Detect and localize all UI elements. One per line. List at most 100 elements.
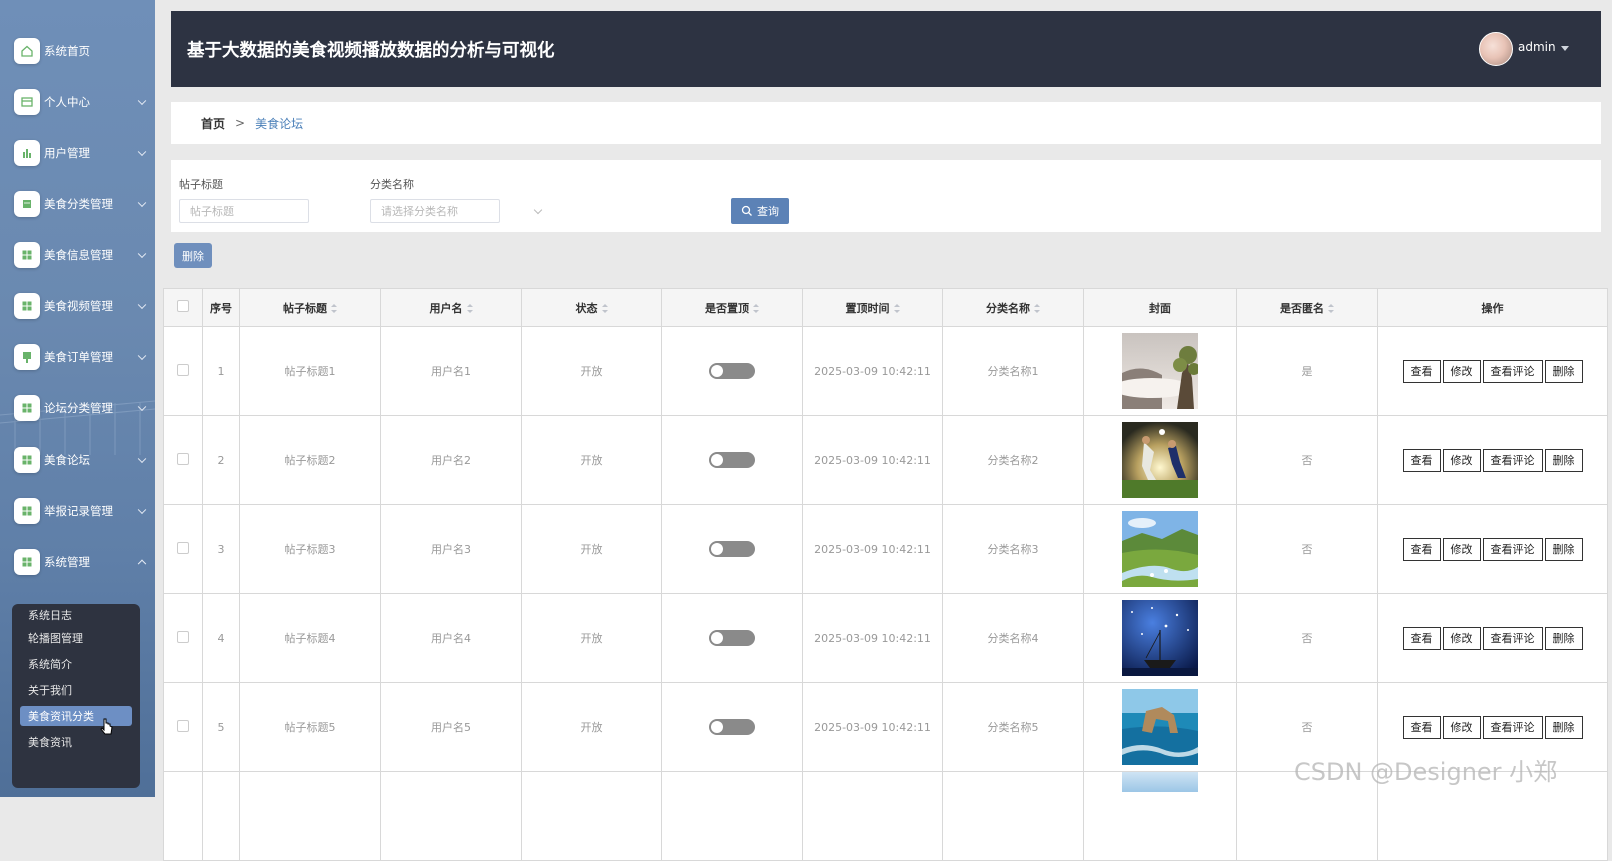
edit-button[interactable]: 修改 <box>1442 448 1481 472</box>
column-header[interactable]: 是否匿名 <box>1236 288 1378 327</box>
cover-cell <box>1083 593 1237 683</box>
sidebar-item-food-video[interactable]: 美食视频管理 <box>0 286 155 326</box>
sidebar-item-user-management[interactable]: 用户管理 <box>0 133 155 173</box>
view-button[interactable]: 查看 <box>1402 626 1441 650</box>
batch-delete-button[interactable]: 删除 <box>174 243 212 268</box>
column-header-label: 序号 <box>210 301 232 315</box>
pinned-cell <box>661 326 803 416</box>
view-button[interactable]: 查看 <box>1402 359 1441 383</box>
sort-icon[interactable] <box>466 304 473 313</box>
row-checkbox[interactable] <box>177 719 189 732</box>
user-name[interactable]: admin <box>1518 40 1556 54</box>
title-filter-label: 帖子标题 <box>179 178 223 191</box>
pinned-toggle[interactable] <box>709 452 755 468</box>
pinned-toggle[interactable] <box>709 630 755 646</box>
sort-icon[interactable] <box>1328 304 1334 313</box>
caret-down-icon[interactable] <box>1561 46 1569 51</box>
column-header-label: 置顶时间 <box>845 301 890 315</box>
submenu-item-food-news-category[interactable]: 美食资讯分类 <box>20 706 132 726</box>
sort-icon[interactable] <box>601 304 608 313</box>
submenu-item-food-news[interactable]: 美食资讯 <box>20 732 132 752</box>
sea-rock-arch-image[interactable] <box>1122 689 1198 765</box>
view-button[interactable]: 查看 <box>1402 537 1441 561</box>
query-button[interactable]: 查询 <box>731 198 789 224</box>
sidebar-item-home[interactable]: 系统首页 <box>0 31 155 71</box>
submenu-item-about-us[interactable]: 关于我们 <box>20 680 132 700</box>
sort-icon[interactable] <box>1034 304 1040 313</box>
row-select-cell[interactable] <box>163 682 203 772</box>
column-header-label: 是否置顶 <box>705 301 749 315</box>
column-header-label: 是否匿名 <box>1280 301 1324 315</box>
sidebar-item-forum-category[interactable]: 论坛分类管理 <box>0 388 155 428</box>
edit-button[interactable]: 修改 <box>1442 715 1481 739</box>
sidebar-item-food-info[interactable]: 美食信息管理 <box>0 235 155 275</box>
soccer-players-image[interactable] <box>1122 422 1198 498</box>
column-header[interactable]: 状态 <box>521 288 662 327</box>
sort-icon[interactable] <box>753 304 759 313</box>
table-row: 2 帖子标题2 用户名2 开放 2025-03-09 10:42:11 分类名称2 否查看修… <box>163 415 1608 505</box>
title-search-input[interactable]: 帖子标题 <box>179 199 309 223</box>
delete-button[interactable]: 删除 <box>1544 626 1583 650</box>
delete-button[interactable]: 删除 <box>1544 359 1583 383</box>
sidebar-item-food-forum[interactable]: 美食论坛 <box>0 440 155 480</box>
pinned-toggle[interactable] <box>709 363 755 379</box>
select-all-checkbox[interactable] <box>177 300 189 312</box>
delete-button[interactable]: 删除 <box>1544 448 1583 472</box>
view-button[interactable]: 查看 <box>1402 715 1441 739</box>
row-checkbox[interactable] <box>177 541 189 554</box>
view-comments-button[interactable]: 查看评论 <box>1482 448 1543 472</box>
column-header[interactable]: 分类名称 <box>942 288 1084 327</box>
grid-icon <box>14 293 40 319</box>
row-checkbox[interactable] <box>177 363 189 376</box>
row-select-cell[interactable] <box>163 415 203 505</box>
sidebar-item-personal-center[interactable]: 个人中心 <box>0 82 155 122</box>
view-comments-button[interactable]: 查看评论 <box>1482 359 1543 383</box>
submenu-item-carousel[interactable]: 轮播图管理 <box>20 628 132 648</box>
column-header[interactable]: 是否置顶 <box>661 288 803 327</box>
pinned-toggle[interactable] <box>709 541 755 557</box>
submenu-item-system-intro[interactable]: 系统简介 <box>20 654 132 674</box>
edit-button[interactable]: 修改 <box>1442 626 1481 650</box>
row-select-cell[interactable] <box>163 326 203 416</box>
column-header[interactable]: 帖子标题 <box>239 288 381 327</box>
sidebar-item-food-order[interactable]: 美食订单管理 <box>0 337 155 377</box>
table-row: 3 帖子标题3 用户名3 开放 2025-03-09 10:42:11 分类名称3 否查看修… <box>163 504 1608 594</box>
chevron-down-icon <box>137 402 147 412</box>
view-comments-button[interactable]: 查看评论 <box>1482 537 1543 561</box>
pinned-toggle[interactable] <box>709 719 755 735</box>
column-header[interactable]: 用户名 <box>380 288 522 327</box>
row-checkbox[interactable] <box>177 452 189 465</box>
system-submenu: 系统日志 轮播图管理 系统简介 关于我们 美食资讯分类 美食资讯 <box>12 604 140 788</box>
select-all-cell[interactable] <box>163 288 203 327</box>
row-index: 4 <box>202 593 240 683</box>
column-header[interactable]: 置顶时间 <box>802 288 943 327</box>
view-button[interactable]: 查看 <box>1402 448 1441 472</box>
row-select-cell[interactable] <box>163 593 203 683</box>
avatar[interactable] <box>1479 32 1513 66</box>
cover-image[interactable] <box>1122 772 1198 792</box>
misty-mountain-tree-image[interactable] <box>1122 333 1198 409</box>
edit-button[interactable]: 修改 <box>1442 537 1481 561</box>
view-comments-button[interactable]: 查看评论 <box>1482 626 1543 650</box>
username-cell: 用户名2 <box>380 415 522 505</box>
sort-icon[interactable] <box>893 304 900 313</box>
pinned-cell <box>661 415 803 505</box>
sidebar-item-report-records[interactable]: 举报记录管理 <box>0 491 155 531</box>
sort-icon[interactable] <box>331 304 337 313</box>
row-checkbox[interactable] <box>177 630 189 643</box>
chevron-down-icon <box>137 147 147 157</box>
column-header: 操作 <box>1377 288 1608 327</box>
submenu-item-system-log[interactable]: 系统日志 <box>20 603 132 627</box>
row-select-cell[interactable] <box>163 504 203 594</box>
sidebar-item-system-management[interactable]: 系统管理 <box>0 542 155 582</box>
green-valley-stream-image[interactable] <box>1122 511 1198 587</box>
breadcrumb-home[interactable]: 首页 <box>201 115 225 132</box>
operations-cell: 查看 修改 查看评论 删除 <box>1377 326 1608 416</box>
delete-button[interactable]: 删除 <box>1544 537 1583 561</box>
starry-night-boat-image[interactable] <box>1122 600 1198 676</box>
category-select[interactable]: 请选择分类名称 <box>370 199 500 223</box>
edit-button[interactable]: 修改 <box>1442 359 1481 383</box>
sidebar-item-food-category[interactable]: 美食分类管理 <box>0 184 155 224</box>
view-comments-button[interactable]: 查看评论 <box>1482 715 1543 739</box>
delete-button[interactable]: 删除 <box>1544 715 1583 739</box>
